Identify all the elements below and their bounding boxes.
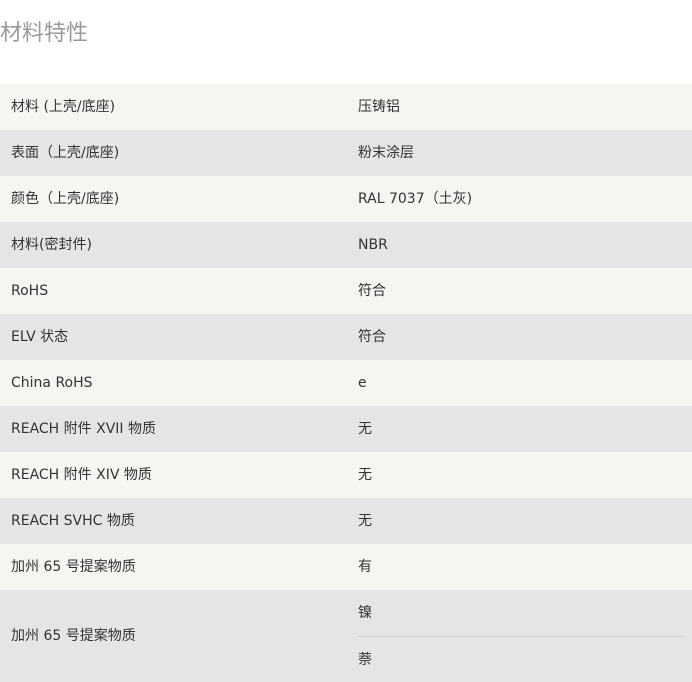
property-name: 表面（上壳/底座) (11, 145, 120, 161)
property-value: 萘 (358, 636, 684, 682)
property-name: China RoHS (11, 375, 93, 391)
table-row: REACH SVHC 物质 无 (0, 498, 692, 544)
property-name: 材料 (上壳/底座) (11, 99, 116, 115)
table-row: 加州 65 号提案物质 镍 萘 (0, 590, 692, 682)
property-name: RoHS (11, 283, 49, 299)
property-value: 符合 (358, 329, 386, 345)
property-value: 无 (358, 513, 372, 529)
property-value-list: 镍 萘 (346, 590, 692, 682)
table-row: RoHS 符合 (0, 268, 692, 314)
property-value: 符合 (358, 283, 386, 299)
table-row: REACH 附件 XIV 物质 无 (0, 452, 692, 498)
property-name: ELV 状态 (11, 329, 69, 345)
property-name: 加州 65 号提案物质 (11, 559, 136, 575)
table-row: ELV 状态 符合 (0, 314, 692, 360)
property-value: e (358, 375, 367, 391)
table-row: China RoHS e (0, 360, 692, 406)
table-row: 材料(密封件) NBR (0, 222, 692, 268)
property-value: NBR (358, 237, 388, 253)
property-value: 粉末涂层 (358, 145, 414, 161)
property-value: 镍 (358, 605, 372, 621)
material-properties-table: 材料 (上壳/底座) 压铸铝 表面（上壳/底座) 粉末涂层 颜色（上壳/底座) … (0, 84, 692, 682)
table-row: 表面（上壳/底座) 粉末涂层 (0, 130, 692, 176)
property-value: 有 (358, 559, 372, 575)
property-value: 压铸铝 (358, 99, 400, 115)
property-name: REACH 附件 XVII 物质 (11, 421, 156, 437)
property-value: 无 (358, 467, 372, 483)
table-row: 加州 65 号提案物质 有 (0, 544, 692, 590)
property-name: 加州 65 号提案物质 (11, 628, 136, 644)
section-title: 材料特性 (0, 21, 89, 46)
property-value: RAL 7037（土灰) (358, 191, 473, 207)
table-row: 颜色（上壳/底座) RAL 7037（土灰) (0, 176, 692, 222)
table-row: 材料 (上壳/底座) 压铸铝 (0, 84, 692, 130)
property-name: REACH 附件 XIV 物质 (11, 467, 152, 483)
table-row: REACH 附件 XVII 物质 无 (0, 406, 692, 452)
property-name: 颜色（上壳/底座) (11, 191, 120, 207)
property-value: 无 (358, 421, 372, 437)
property-name: 材料(密封件) (11, 237, 92, 253)
property-name: REACH SVHC 物质 (11, 513, 135, 529)
